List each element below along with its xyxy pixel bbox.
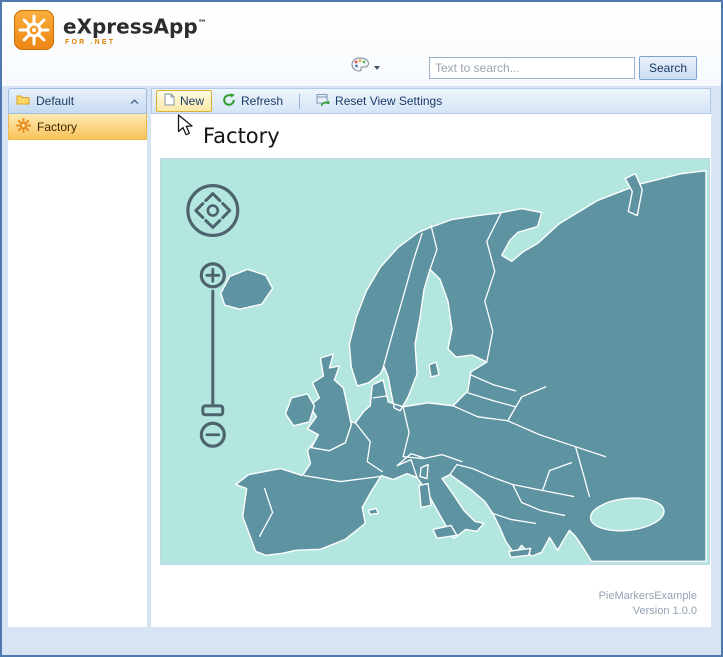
zoom-in-button[interactable] xyxy=(199,262,226,289)
refresh-button[interactable]: Refresh xyxy=(214,90,291,113)
pan-left-arrow-icon xyxy=(194,202,205,220)
footer-version: Version 1.0.0 xyxy=(632,605,697,617)
island-gotland xyxy=(428,361,440,378)
island-ireland xyxy=(284,393,316,427)
detail-view-card: Factory PieMarkersExample Version 1.0.0 xyxy=(151,114,711,627)
toolbar-separator xyxy=(299,93,301,109)
theme-palette-button[interactable] xyxy=(348,55,383,80)
app-logo: eXpressApp™ FOR .NET xyxy=(14,10,207,55)
palette-icon xyxy=(351,57,370,78)
nav-group-label: Default xyxy=(36,94,75,108)
refresh-arrows-icon xyxy=(222,92,236,110)
map-navigation-controls xyxy=(186,184,240,448)
island-balearic xyxy=(367,507,379,516)
sidebar: Default Factory xyxy=(8,88,147,627)
island-iceland xyxy=(220,268,274,310)
app-logo-text: eXpressApp™ xyxy=(63,14,207,39)
nav-item-label: Factory xyxy=(37,119,78,134)
zoom-slider-handle[interactable] xyxy=(201,404,225,417)
zoom-out-button[interactable] xyxy=(199,421,226,448)
footer: PieMarkersExample Version 1.0.0 xyxy=(599,589,697,619)
footer-app-name: PieMarkersExample xyxy=(598,590,697,602)
pan-down-arrow-icon xyxy=(204,219,222,229)
europe-map-svg xyxy=(186,169,707,562)
nav-item-factory[interactable]: Factory xyxy=(8,114,147,140)
island-great-britain xyxy=(306,353,353,452)
reset-button-label: Reset View Settings xyxy=(335,94,443,108)
new-button-label: New xyxy=(180,94,205,108)
header: eXpressApp™ FOR .NET Search xyxy=(2,2,721,86)
gear-sun-icon xyxy=(14,10,54,55)
search-input[interactable] xyxy=(428,56,635,79)
pan-right-arrow-icon xyxy=(221,202,232,220)
refresh-button-label: Refresh xyxy=(241,94,284,108)
new-button[interactable]: New xyxy=(156,90,213,112)
gear-icon xyxy=(16,117,31,136)
main-row: Default Factory New Refresh Reset View S… xyxy=(2,86,721,627)
pan-control[interactable] xyxy=(186,184,240,238)
pan-up-arrow-icon xyxy=(204,192,222,203)
reset-view-settings-button[interactable]: Reset View Settings xyxy=(308,90,450,113)
reset-view-icon xyxy=(316,93,330,110)
sidebar-body xyxy=(8,140,147,627)
app-window: eXpressApp™ FOR .NET Search xyxy=(0,0,723,657)
new-document-icon xyxy=(164,93,175,109)
folder-icon xyxy=(16,94,30,108)
chevron-down-icon xyxy=(373,65,380,70)
nav-group-default[interactable]: Default xyxy=(8,88,147,114)
chevron-up-icon[interactable] xyxy=(130,94,139,108)
toolbar: New Refresh Reset View Settings xyxy=(151,88,711,114)
search-button[interactable]: Search xyxy=(638,55,697,80)
top-controls: Search xyxy=(348,55,697,80)
app-logo-tagline: FOR .NET xyxy=(65,38,116,46)
content: New Refresh Reset View Settings Factory … xyxy=(151,88,711,627)
page-title: Factory xyxy=(203,124,280,148)
europe-map-view[interactable] xyxy=(160,158,710,565)
plus-icon xyxy=(205,267,221,283)
